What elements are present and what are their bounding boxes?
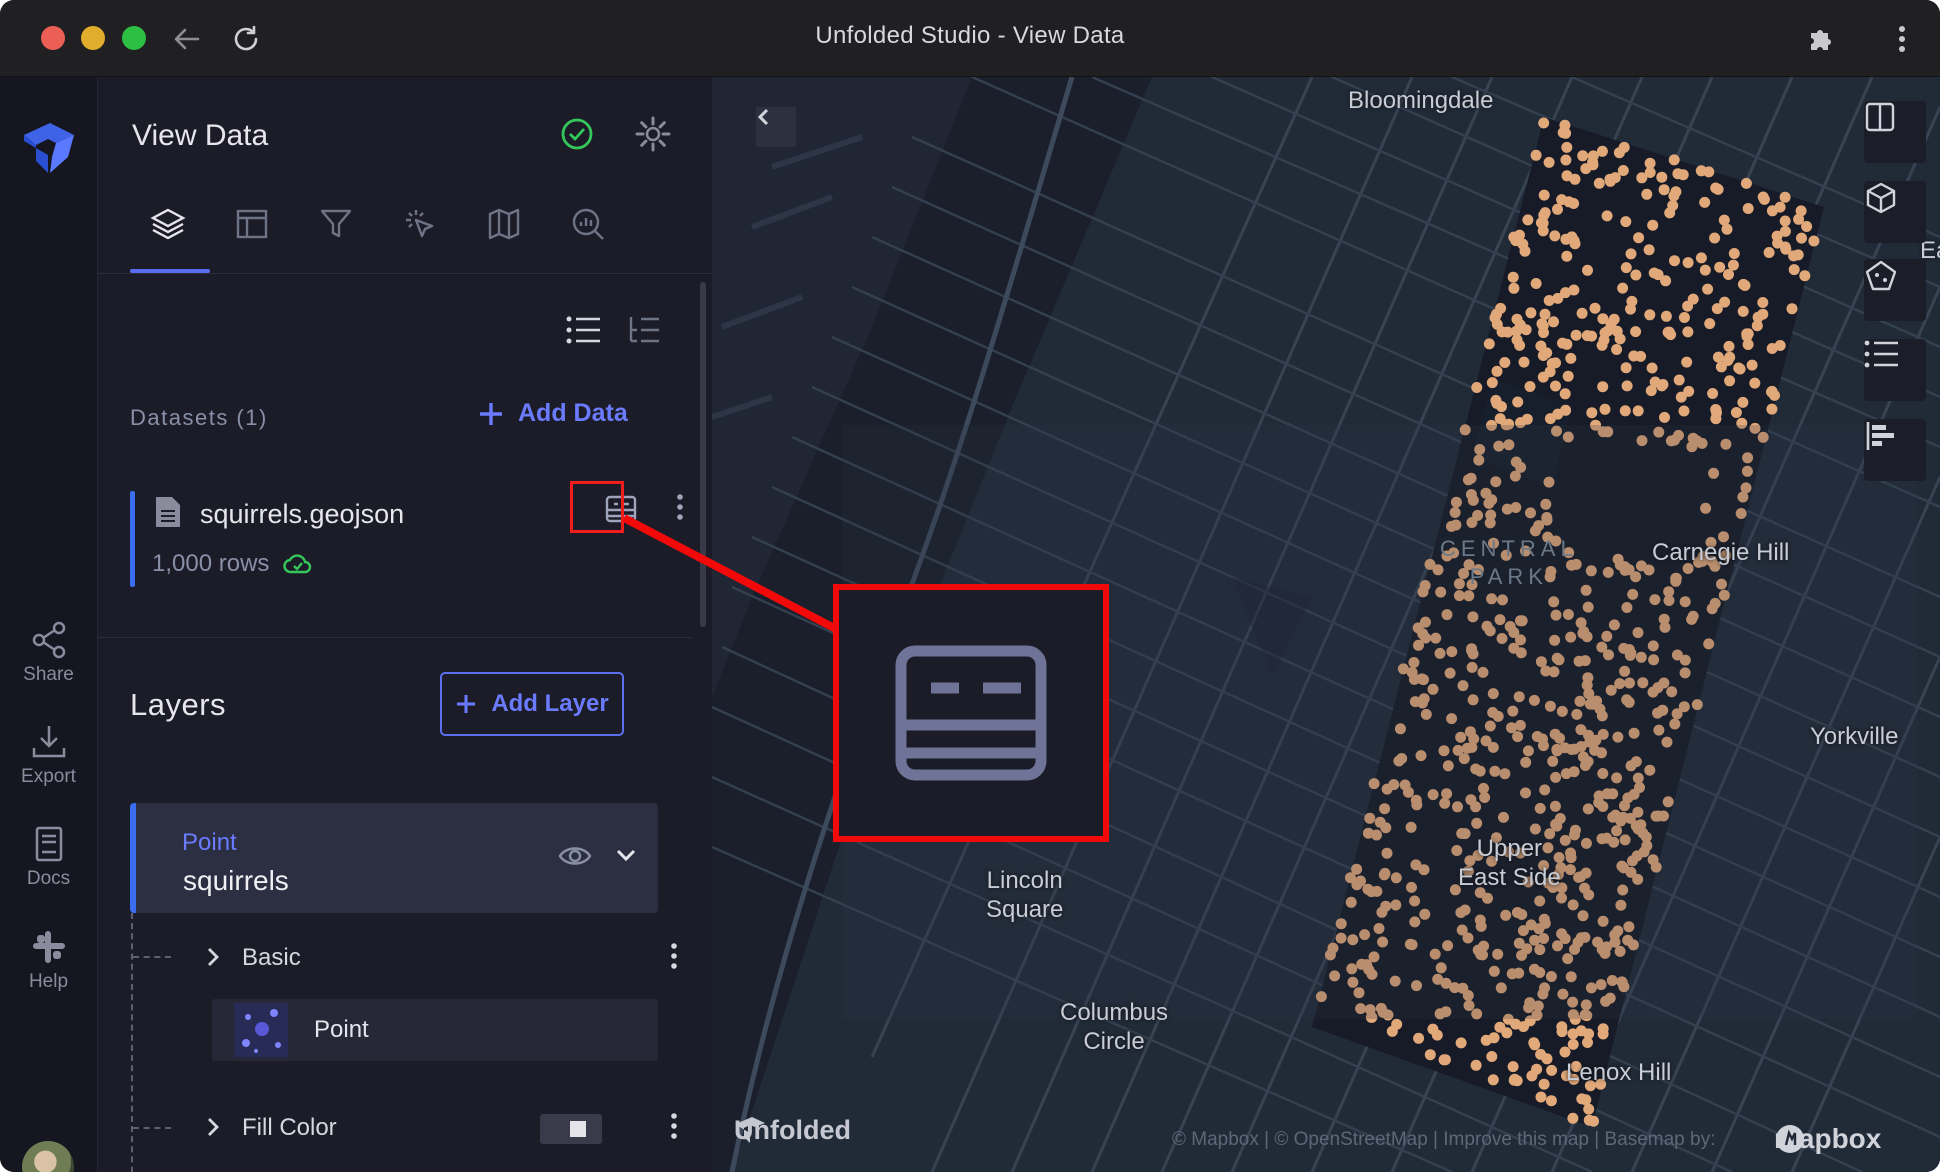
zoomed-icon-callout (833, 584, 1109, 842)
show-data-table-icon (895, 645, 1047, 781)
app-window: Unfolded Studio - View Data Share Export (0, 0, 1940, 1172)
